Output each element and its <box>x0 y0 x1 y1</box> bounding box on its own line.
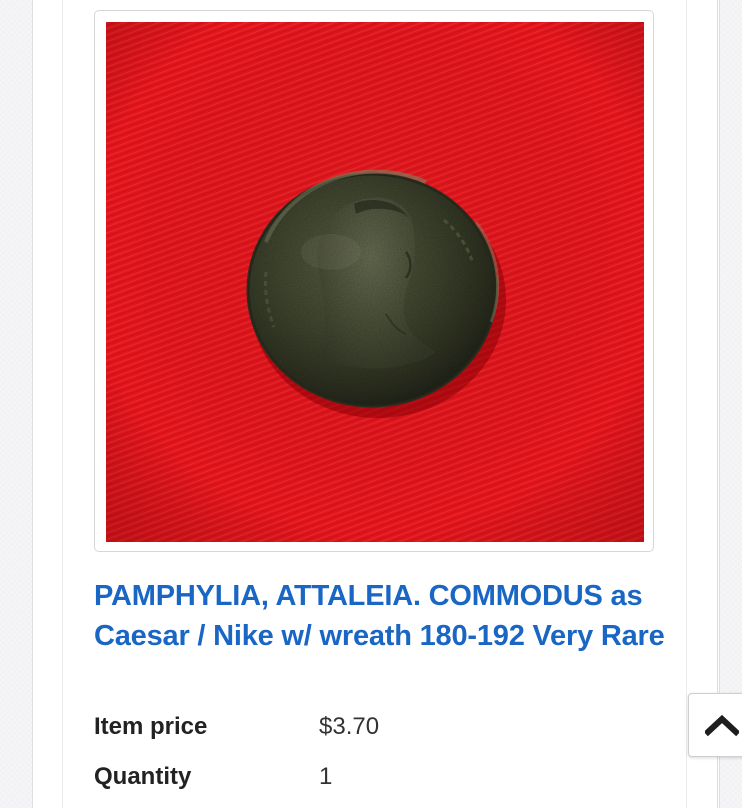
product-photo[interactable] <box>106 22 644 542</box>
chevron-up-icon <box>704 714 739 737</box>
item-price-value: $3.70 <box>319 713 380 740</box>
quantity-value: 1 <box>319 763 333 790</box>
quantity-label: Quantity <box>94 763 192 790</box>
product-title-link[interactable]: PAMPHYLIA, ATTALEIA. COMMODUS as Caesar … <box>94 576 674 656</box>
item-price-label: Item price <box>94 713 208 740</box>
product-photo-card[interactable] <box>94 10 654 552</box>
back-to-top-button[interactable] <box>688 693 742 757</box>
page-border-right <box>717 0 718 808</box>
content-divider-right <box>686 0 687 808</box>
coin-image <box>106 22 644 542</box>
